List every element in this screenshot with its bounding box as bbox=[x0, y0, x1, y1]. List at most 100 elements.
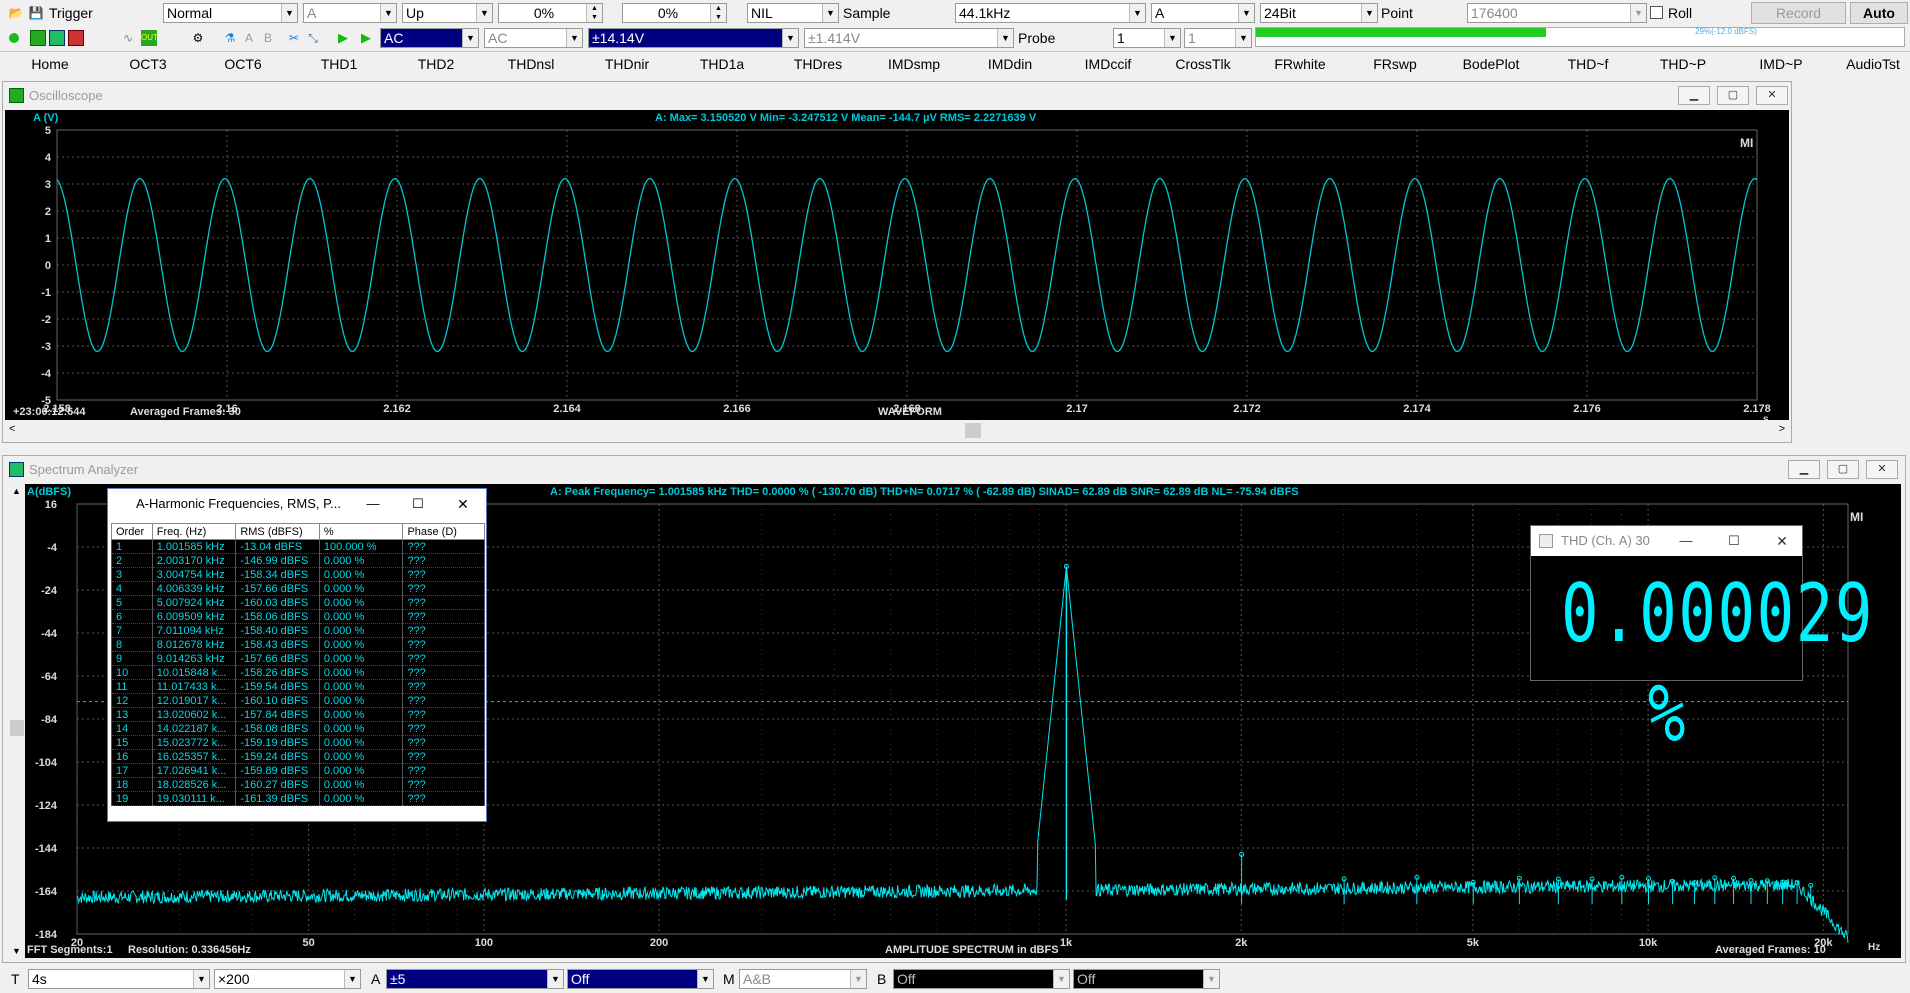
b-range-select[interactable]: Off ▼ bbox=[893, 969, 1070, 989]
range-b-select[interactable]: ±1.414V ▼ bbox=[804, 28, 1014, 48]
horizontal-scrollbar[interactable]: < > bbox=[5, 422, 1789, 440]
b-off-select[interactable]: Off ▼ bbox=[1073, 969, 1220, 989]
probe-a-select[interactable]: 1 ▼ bbox=[1113, 28, 1181, 48]
zoom-select[interactable]: ×200 ▼ bbox=[214, 969, 361, 989]
vertical-scroll-thumb[interactable] bbox=[10, 720, 24, 736]
trigger-mode-select[interactable]: Normal ▼ bbox=[163, 3, 298, 23]
harmonics-col-header[interactable]: RMS (dBFS) bbox=[235, 523, 320, 540]
points-select[interactable]: 176400 ▼ bbox=[1467, 3, 1647, 23]
harmonics-row[interactable]: 5 5.007924 kHz -160.03 dBFS 0.000 %??? bbox=[111, 595, 485, 610]
tab-thdnir[interactable]: THDnir bbox=[579, 53, 675, 75]
folder-icon[interactable]: 📂 bbox=[8, 5, 24, 21]
harmonics-row[interactable]: 1 1.001585 kHz -13.04 dBFS 100.000 %??? bbox=[111, 539, 485, 554]
a-range-select[interactable]: ±5 ▼ bbox=[386, 969, 564, 989]
scroll-thumb[interactable] bbox=[965, 423, 981, 438]
thd-minimize-button[interactable]: — bbox=[1671, 529, 1701, 553]
scroll-left-icon[interactable]: < bbox=[9, 423, 15, 435]
tab-bodeplot[interactable]: BodePlot bbox=[1443, 53, 1539, 75]
harmonics-col-header[interactable]: Phase (D) bbox=[402, 523, 485, 540]
output-icon[interactable]: OUT bbox=[141, 30, 158, 46]
thd-close-button[interactable]: ✕ bbox=[1767, 529, 1797, 553]
tab-thdres[interactable]: THDres bbox=[770, 53, 866, 75]
spectrum-restore-button[interactable]: ▢ bbox=[1827, 460, 1859, 479]
tab-home[interactable]: Home bbox=[2, 53, 98, 75]
tab-thd-p[interactable]: THD~P bbox=[1635, 53, 1731, 75]
harmonics-col-header[interactable]: Order bbox=[111, 523, 153, 540]
auto-button[interactable]: Auto bbox=[1850, 2, 1908, 24]
harmonics-row[interactable]: 18 18.028526 k... -160.27 dBFS 0.000 %??? bbox=[111, 777, 485, 792]
probe-icon[interactable]: ⚗ bbox=[222, 30, 238, 46]
tab-imdsmp[interactable]: IMDsmp bbox=[866, 53, 962, 75]
record-button[interactable]: Record bbox=[1751, 2, 1846, 24]
sample-channel-select[interactable]: A ▼ bbox=[1151, 3, 1255, 23]
harmonics-row[interactable]: 4 4.006339 kHz -157.66 dBFS 0.000 %??? bbox=[111, 581, 485, 596]
m-select[interactable]: A&B ▼ bbox=[739, 969, 867, 989]
harmonics-row[interactable]: 7 7.011094 kHz -158.40 dBFS 0.000 %??? bbox=[111, 623, 485, 638]
zoom-icon[interactable]: ⤡ bbox=[305, 30, 321, 46]
harmonics-minimize-button[interactable]: — bbox=[358, 492, 388, 516]
calibrate-icon[interactable]: ⚙ bbox=[190, 30, 206, 46]
spectrum-close-button[interactable]: ✕ bbox=[1866, 460, 1898, 479]
save-icon[interactable]: 💾 bbox=[28, 5, 44, 21]
spectrum-minimize-button[interactable]: ▁ bbox=[1788, 460, 1820, 479]
coupling-b-select[interactable]: AC ▼ bbox=[484, 28, 583, 48]
meter-icon[interactable] bbox=[68, 30, 84, 46]
tab-oct3[interactable]: OCT3 bbox=[100, 53, 196, 75]
scope-icon[interactable] bbox=[30, 30, 46, 46]
harmonics-row[interactable]: 11 11.017433 k... -159.54 dBFS 0.000 %??? bbox=[111, 679, 485, 694]
tab-audiotst[interactable]: AudioTst bbox=[1825, 53, 1910, 75]
tools-icon[interactable]: ✂ bbox=[286, 30, 302, 46]
trigger-channel-select[interactable]: A ▼ bbox=[303, 3, 397, 23]
harmonics-row[interactable]: 2 2.003170 kHz -146.99 dBFS 0.000 %??? bbox=[111, 553, 485, 568]
harmonics-row[interactable]: 16 16.025357 k... -159.24 dBFS 0.000 %??? bbox=[111, 749, 485, 764]
bit-depth-select[interactable]: 24Bit ▼ bbox=[1260, 3, 1378, 23]
harmonics-row[interactable]: 12 12.019017 k... -160.10 dBFS 0.000 %??? bbox=[111, 693, 485, 708]
time-base-select[interactable]: 4s ▼ bbox=[28, 969, 210, 989]
tab-thd1a[interactable]: THD1a bbox=[674, 53, 770, 75]
harmonics-row[interactable]: 9 9.014263 kHz -157.66 dBFS 0.000 %??? bbox=[111, 651, 485, 666]
harmonics-row[interactable]: 6 6.009509 kHz -158.06 dBFS 0.000 %??? bbox=[111, 609, 485, 624]
tab-thd2[interactable]: THD2 bbox=[388, 53, 484, 75]
harmonics-row[interactable]: 13 13.020602 k... -157.84 dBFS 0.000 %??? bbox=[111, 707, 485, 722]
harmonics-close-button[interactable]: ✕ bbox=[448, 492, 478, 516]
tab-frswp[interactable]: FRswp bbox=[1347, 53, 1443, 75]
play-once-icon[interactable]: ▶ bbox=[358, 30, 374, 46]
harmonics-row[interactable]: 8 8.012678 kHz -158.43 dBFS 0.000 %??? bbox=[111, 637, 485, 652]
harmonics-maximize-button[interactable]: ☐ bbox=[403, 492, 433, 516]
coupling-a-select[interactable]: AC ▼ bbox=[380, 28, 479, 48]
scroll-right-icon[interactable]: > bbox=[1779, 423, 1785, 435]
probe-b-select[interactable]: 1 ▼ bbox=[1184, 28, 1252, 48]
tab-thd-f[interactable]: THD~f bbox=[1540, 53, 1636, 75]
range-a-select[interactable]: ±14.14V ▼ bbox=[588, 28, 799, 48]
trigger-level-input[interactable]: 0% ▲ ▼ bbox=[498, 3, 603, 23]
window-select[interactable]: NIL ▼ bbox=[747, 3, 839, 23]
harmonics-col-header[interactable]: Freq. (Hz) bbox=[151, 523, 237, 540]
tab-frwhite[interactable]: FRwhite bbox=[1252, 53, 1348, 75]
tab-thd1[interactable]: THD1 bbox=[291, 53, 387, 75]
cursor-b-icon[interactable]: B bbox=[260, 30, 276, 46]
tab-imdccif[interactable]: IMDccif bbox=[1060, 53, 1156, 75]
restore-button[interactable]: ▢ bbox=[1717, 86, 1749, 105]
tab-imd-p[interactable]: IMD~P bbox=[1733, 53, 1829, 75]
oscilloscope-plot[interactable]: A (V) A: Max= 3.150520 V Min= -3.247512 … bbox=[5, 110, 1789, 420]
tab-oct6[interactable]: OCT6 bbox=[195, 53, 291, 75]
harmonics-row[interactable]: 10 10.015848 k... -158.26 dBFS 0.000 %??? bbox=[111, 665, 485, 680]
close-button[interactable]: ✕ bbox=[1756, 86, 1788, 105]
harmonics-row[interactable]: 3 3.004754 kHz -158.34 dBFS 0.000 %??? bbox=[111, 567, 485, 582]
a-off-select[interactable]: Off ▼ bbox=[567, 969, 714, 989]
harmonics-row[interactable]: 14 14.022187 k... -158.08 dBFS 0.000 %??? bbox=[111, 721, 485, 736]
harmonics-row[interactable]: 19 19.030111 k... -161.39 dBFS 0.000 %??? bbox=[111, 791, 485, 806]
minimize-button[interactable]: ▁ bbox=[1678, 86, 1710, 105]
sample-rate-select[interactable]: 44.1kHz ▼ bbox=[955, 3, 1146, 23]
vertical-scrollbar[interactable]: ▲ ▼ bbox=[9, 484, 25, 958]
harmonics-row[interactable]: 17 17.026941 k... -159.89 dBFS 0.000 %??? bbox=[111, 763, 485, 778]
play-icon[interactable]: ▶ bbox=[335, 30, 351, 46]
spectrum-icon[interactable] bbox=[49, 30, 65, 46]
generator-icon[interactable]: ∿ bbox=[120, 30, 136, 46]
scroll-up-icon[interactable]: ▲ bbox=[12, 486, 21, 496]
run-indicator-icon[interactable] bbox=[9, 33, 19, 43]
harmonics-col-header[interactable]: % bbox=[318, 523, 404, 540]
trigger-edge-select[interactable]: Up ▼ bbox=[402, 3, 493, 23]
tab-crosstlk[interactable]: CrossTlk bbox=[1155, 53, 1251, 75]
roll-checkbox[interactable] bbox=[1650, 6, 1663, 19]
